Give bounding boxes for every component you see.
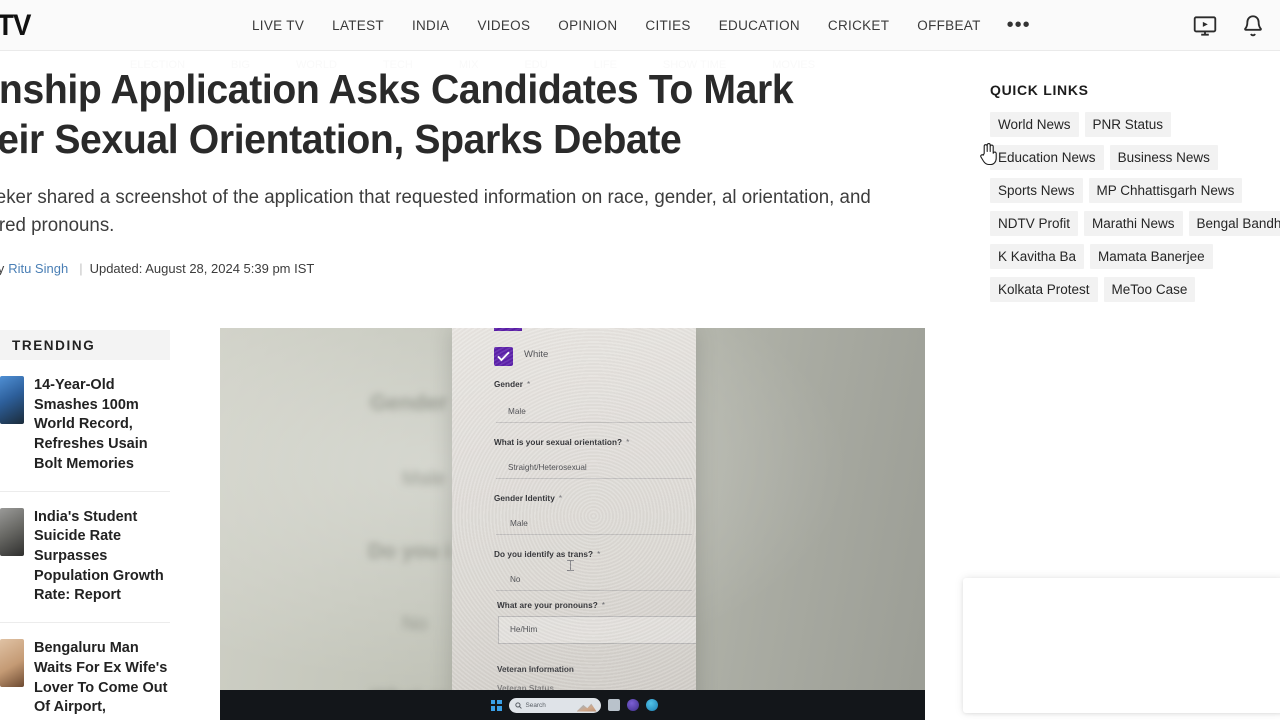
updated-timestamp: Updated: August 28, 2024 5:39 pm IST [89,261,315,277]
nav-item-videos[interactable]: VIDEOS [463,0,544,51]
main-navigation: LIVE TV LATEST INDIA VIDEOS OPINION CITI… [238,0,1043,51]
advertisement-panel[interactable] [963,578,1280,713]
nav-item-opinion[interactable]: OPINION [544,0,631,51]
taskbar-search-placeholder: Search [525,701,546,709]
trending-title[interactable]: India's Student Suicide Rate Surpasses P… [34,508,170,607]
page-title: ternship Application Asks Candidates To … [0,66,794,163]
start-icon[interactable] [490,699,502,711]
nav-item-cricket[interactable]: CRICKET [814,0,903,51]
form-underline [496,534,692,535]
list-item[interactable]: 14-Year-Old Smashes 100m World Record, R… [0,360,170,492]
nav-item-live-tv[interactable]: LIVE TV [238,0,318,51]
search-illustration-icon [576,703,597,712]
hero-ghost-text: No [402,613,428,635]
quick-link-education-news[interactable]: Education News [990,145,1104,170]
page-root: DTV LIVE TV LATEST INDIA VIDEOS OPINION … [0,0,1280,720]
form-underline [496,422,692,423]
quick-link-sports-news[interactable]: Sports News [990,178,1083,203]
form-value-gender: Male [508,407,526,416]
ndtv-logo[interactable]: DTV [0,9,31,43]
copilot-icon[interactable] [626,699,639,711]
author-link[interactable]: Ritu Singh [4,261,72,276]
photographed-taskbar: Search [220,690,925,720]
taskbar-search-box[interactable]: Search [508,697,601,713]
site-header: DTV LIVE TV LATEST INDIA VIDEOS OPINION … [0,0,1280,51]
text-cursor-icon [567,560,574,571]
race-checkbox-label: White [524,349,549,360]
form-label-gender: Gender * [494,380,531,389]
trending-title[interactable]: Bengaluru Man Waits For Ex Wife's Lover … [34,639,170,718]
quick-link-business-news[interactable]: Business News [1109,145,1218,170]
byline-separator: | [79,261,83,277]
form-underline [496,590,692,591]
form-value-pronouns: He/Him [510,625,538,634]
race-checkbox-checked [494,347,513,366]
notification-bell-icon[interactable] [1240,13,1266,39]
form-value-sexual-orientation: Straight/Heterosexual [508,463,587,472]
quick-link-bengal-bandh[interactable]: Bengal Bandh [1188,211,1280,236]
form-label-gender-identity: Gender Identity * [494,494,563,503]
form-value-gender-identity: Male [510,519,528,528]
nav-more-button[interactable]: ••• [995,3,1043,48]
quick-links-chip-list: World News PNR Status Education News Bus… [990,112,1280,302]
quick-link-marathi-news[interactable]: Marathi News [1084,211,1183,236]
list-item[interactable]: India's Student Suicide Rate Surpasses P… [0,492,170,624]
form-label-sexual-orientation: What is your sexual orientation? * [494,438,630,447]
trending-thumbnail [0,507,24,556]
quick-link-ndtv-profit[interactable]: NDTV Profit [990,211,1079,236]
article-summary: ob seeker shared a screenshot of the app… [0,187,871,236]
quick-links-heading: QUICK LINKS [990,82,1089,98]
trending-title[interactable]: 14-Year-Old Smashes 100m World Record, R… [34,376,170,475]
quick-link-mamata-banerjee[interactable]: Mamata Banerjee [1090,244,1213,269]
article-hero-image: Gender Male Do you i No What ar White Ge… [220,328,925,720]
quick-links-section: QUICK LINKS World News PNR Status Educat… [990,82,1280,302]
trending-heading: TRENDING [0,330,170,360]
quick-link-world-news[interactable]: World News [990,112,1079,137]
quick-link-mp-chhattisgarh-news[interactable]: MP Chhattisgarh News [1088,178,1243,203]
quick-link-pnr-status[interactable]: PNR Status [1084,112,1172,137]
trending-section: TRENDING 14-Year-Old Smashes 100m World … [0,330,170,720]
checkmark-icon [497,351,510,362]
form-label-identify-as-trans: Do you identify as trans? * [494,550,601,559]
nav-item-offbeat[interactable]: OFFBEAT [903,0,994,51]
live-tv-icon[interactable] [1192,13,1218,39]
trending-thumbnail [0,376,24,424]
byline: Edited by Ritu Singh | Updated: August 2… [0,261,940,276]
taskbar-inner: Search [452,690,696,720]
photographed-screen: White Gender * Male What is your sexual o… [452,328,696,720]
form-label-pronouns: What are your pronouns? * [497,601,606,610]
nav-item-india[interactable]: INDIA [398,0,464,51]
quick-link-metoo-case[interactable]: MeToo Case [1103,277,1196,302]
quick-link-kolkata-protest[interactable]: Kolkata Protest [990,277,1098,302]
form-section-veteran-information: Veteran Information [497,665,574,674]
search-icon [514,701,522,709]
nav-item-latest[interactable]: LATEST [318,0,398,51]
form-top-accent [494,328,522,331]
list-item[interactable]: Bengaluru Man Waits For Ex Wife's Lover … [0,623,170,720]
hero-ghost-text: Gender [370,390,448,415]
nav-item-cities[interactable]: CITIES [631,0,704,51]
form-value-identify-as-trans: No [510,575,521,584]
quick-link-k-kavitha-bail[interactable]: K Kavitha Ba [990,244,1085,269]
hero-ghost-text: Male [402,468,446,490]
edge-icon[interactable] [645,699,658,711]
trending-thumbnail [0,639,24,688]
article-header: ternship Application Asks Candidates To … [0,64,940,276]
nav-item-education[interactable]: EDUCATION [705,0,814,51]
form-underline [496,478,692,479]
hero-ghost-text: Do you i [368,540,451,563]
header-actions [1192,0,1266,51]
task-view-icon[interactable] [607,699,620,711]
